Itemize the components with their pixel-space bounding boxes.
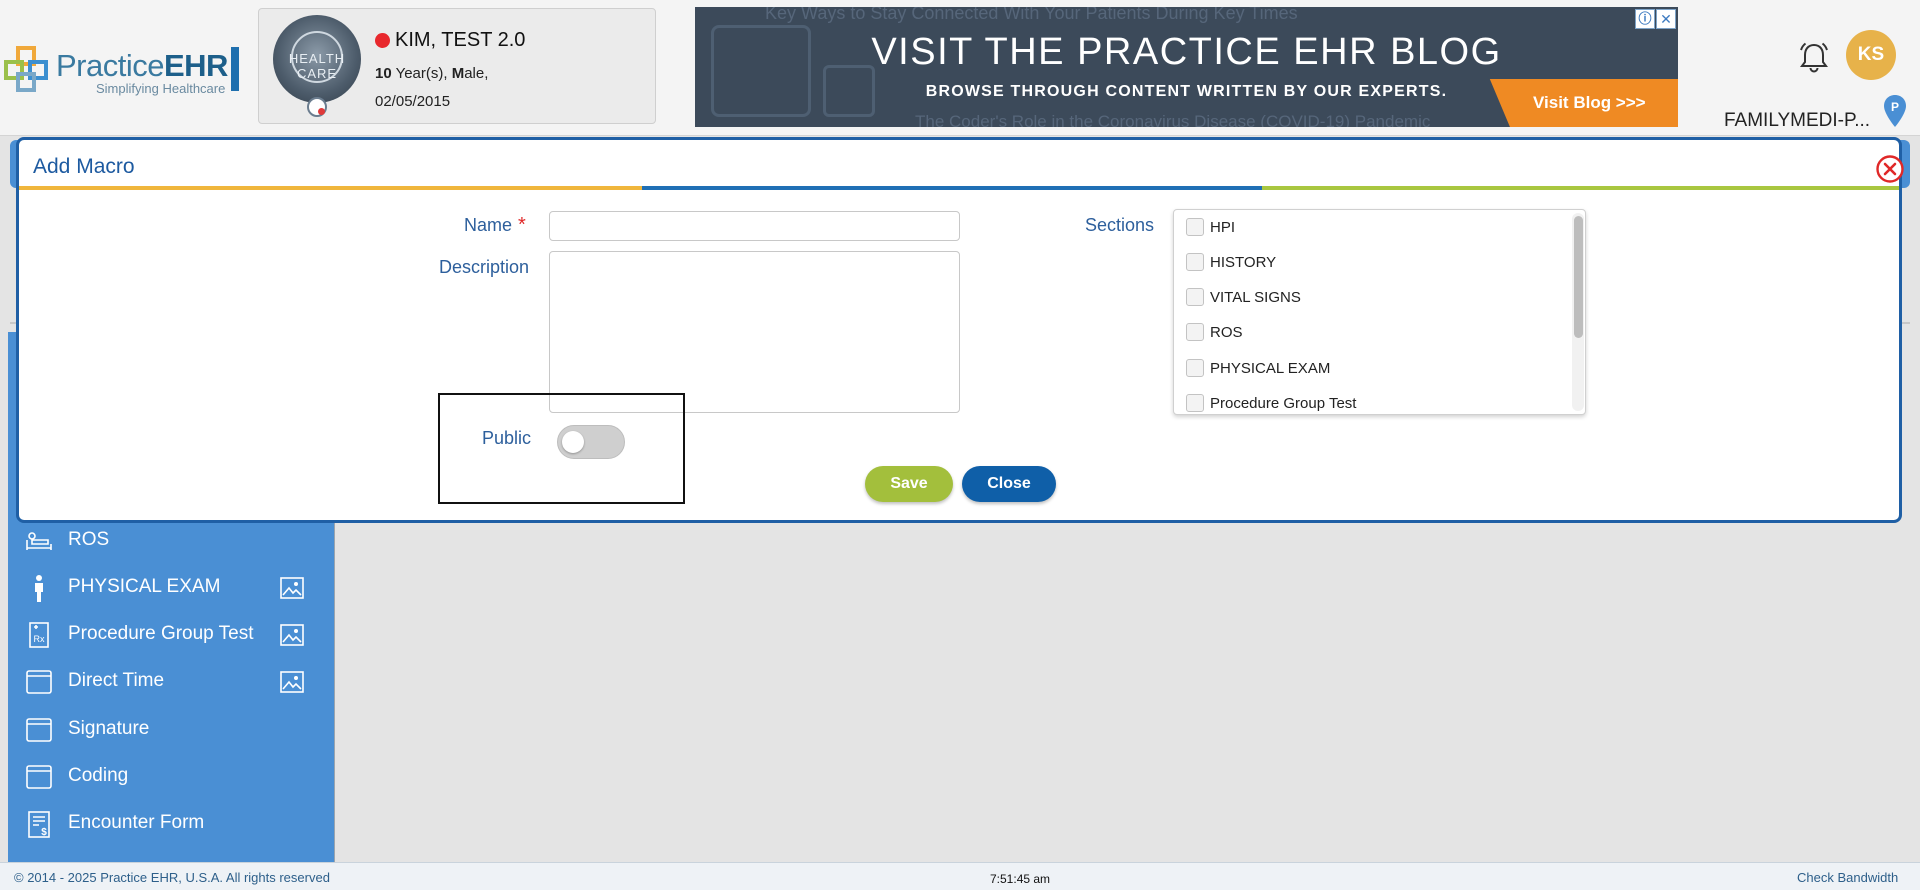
toggle-knob — [562, 431, 584, 453]
check-bandwidth-link[interactable]: Check Bandwidth — [1797, 870, 1898, 885]
patient-photo[interactable]: HEALTH CARE — [273, 15, 361, 103]
required-marker: * — [518, 214, 526, 236]
app-header: PracticeEHR Simplifying Healthcare HEALT… — [0, 0, 1920, 136]
facility-name[interactable]: FAMILYMEDI-P... — [1724, 110, 1870, 132]
sidebar-item-coding[interactable]: Coding — [8, 754, 334, 800]
image-icon[interactable] — [280, 671, 304, 693]
blog-ad-banner[interactable]: Key Ways to Stay Connected With Your Pat… — [695, 7, 1678, 127]
header-stripe-green — [1262, 186, 1899, 190]
description-textarea[interactable] — [549, 251, 960, 413]
name-input[interactable] — [549, 211, 960, 241]
sidebar-item-label: Signature — [68, 718, 150, 739]
sections-list: HPI HISTORY VITAL SIGNS ROS PHYSICAL EXA… — [1173, 209, 1586, 415]
header-stripe-blue — [642, 186, 1262, 190]
invoice-icon: $ — [28, 811, 50, 838]
section-label: Procedure Group Test — [1210, 395, 1357, 412]
window-icon — [26, 718, 52, 742]
dialog-title: Add Macro — [33, 155, 135, 178]
sidebar-item-ros[interactable]: ROS — [8, 518, 334, 564]
photo-text: HEALTH CARE — [288, 51, 346, 81]
copyright-text: © 2014 - 2025 Practice EHR, U.S.A. All r… — [14, 870, 330, 885]
visit-blog-button[interactable]: Visit Blog >>> — [1489, 79, 1678, 127]
logo-pro-badge — [231, 47, 239, 91]
ad-close-icon[interactable]: ✕ — [1656, 9, 1676, 29]
window-icon — [26, 765, 52, 789]
notification-bell-icon[interactable] — [1796, 40, 1832, 76]
visit-blog-label: Visit Blog >>> — [1533, 93, 1646, 112]
patient-name[interactable]: KIM, TEST 2.0 — [395, 29, 525, 52]
section-checkbox[interactable] — [1186, 253, 1204, 271]
section-checkbox[interactable] — [1186, 359, 1204, 377]
public-label: Public — [482, 428, 532, 448]
add-macro-dialog: Add Macro Name * Description Public Secti… — [16, 137, 1905, 523]
section-label: VITAL SIGNS — [1210, 289, 1301, 306]
patient-status-dot — [375, 33, 390, 48]
section-label: ROS — [1210, 324, 1243, 341]
patient-dob: 02/05/2015 — [375, 93, 451, 110]
sidebar-item-label: ROS — [68, 529, 110, 550]
section-checkbox[interactable] — [1186, 288, 1204, 306]
svg-text:Rx: Rx — [34, 634, 45, 644]
prescription-icon: Rx — [29, 622, 49, 648]
sidebar-item-direct-time[interactable]: Direct Time — [8, 659, 334, 705]
bed-icon — [26, 532, 52, 550]
logo-cross-icon — [4, 46, 48, 92]
save-button[interactable]: Save — [865, 466, 953, 502]
banner-ghost-headline-bottom: The Coder's Role in the Coronavirus Dise… — [915, 112, 1431, 127]
app-footer: © 2014 - 2025 Practice EHR, U.S.A. All r… — [0, 862, 1920, 890]
section-label: PHYSICAL EXAM — [1210, 360, 1331, 377]
header-stripe-yellow — [19, 186, 642, 190]
sidebar-item-physical-exam[interactable]: PHYSICAL EXAM — [8, 565, 334, 611]
sidebar-item-label: Encounter Form — [68, 812, 205, 833]
sidebar-item-label: Coding — [68, 765, 129, 786]
section-checkbox[interactable] — [1186, 394, 1204, 412]
location-pin-icon[interactable]: P — [1882, 94, 1908, 128]
description-label: Description — [439, 257, 530, 277]
sections-scrollbar-thumb[interactable] — [1574, 216, 1583, 338]
close-icon[interactable] — [1875, 154, 1905, 184]
logo-wordmark: PracticeEHR — [56, 48, 228, 83]
banner-title: VISIT THE PRACTICE EHR BLOG — [871, 31, 1502, 73]
logo-tagline: Simplifying Healthcare — [96, 81, 226, 96]
sidebar-item-procedure-group-test[interactable]: Rx Procedure Group Test — [8, 612, 334, 658]
ad-info-icon[interactable]: ⓘ — [1635, 9, 1655, 29]
sidebar-item-label: PHYSICAL EXAM — [68, 576, 221, 597]
patient-card[interactable]: HEALTH CARE KIM, TEST 2.0 10 Year(s), Ma… — [258, 8, 656, 124]
clock-time: 7:51:45 am — [990, 872, 1051, 886]
sidebar-item-signature[interactable]: Signature — [8, 707, 334, 753]
image-icon[interactable] — [280, 577, 304, 599]
section-checkbox[interactable] — [1186, 323, 1204, 341]
sidebar-item-encounter-form[interactable]: $ Encounter Form — [8, 801, 334, 847]
section-checkbox[interactable] — [1186, 218, 1204, 236]
sidebar-item-label: Direct Time — [68, 670, 165, 691]
section-label: HISTORY — [1210, 254, 1277, 271]
window-icon — [26, 670, 52, 694]
image-icon[interactable] — [280, 624, 304, 646]
svg-text:$: $ — [41, 827, 47, 838]
user-avatar[interactable]: KS — [1846, 30, 1896, 80]
person-icon — [35, 575, 43, 602]
close-button[interactable]: Close — [962, 466, 1056, 502]
photo-status-icon[interactable] — [307, 97, 327, 117]
sections-label: Sections — [1085, 215, 1155, 235]
sidebar-item-label: Procedure Group Test — [68, 623, 254, 644]
practice-ehr-logo[interactable]: PracticeEHR Simplifying Healthcare — [4, 44, 240, 100]
banner-ghost-headline-top: Key Ways to Stay Connected With Your Pat… — [765, 7, 1298, 23]
name-label: Name * — [464, 214, 526, 236]
patient-age-gender: 10 Year(s), Male, — [375, 65, 489, 82]
public-toggle[interactable] — [557, 425, 625, 459]
svg-text:P: P — [1891, 100, 1899, 114]
section-label: HPI — [1210, 219, 1236, 236]
